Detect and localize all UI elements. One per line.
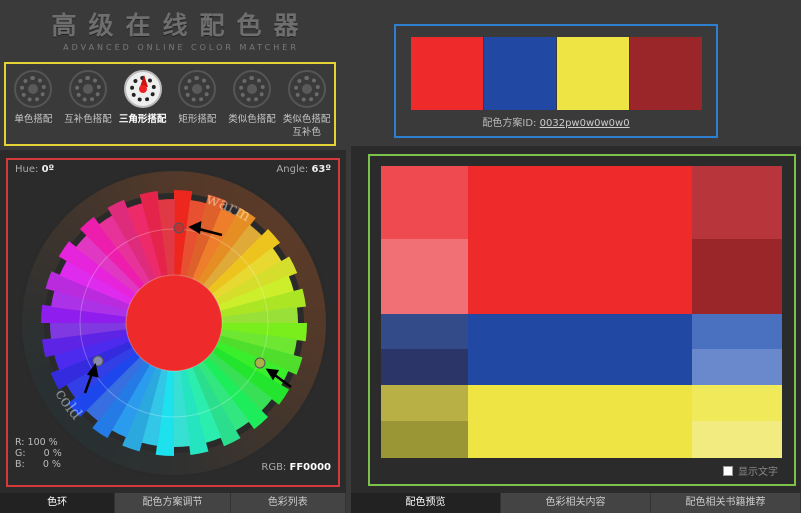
scheme-id: 配色方案ID: 0032pw0w0w0w0 (396, 114, 716, 129)
swatch-1[interactable] (411, 37, 483, 110)
temperature-ring-segment (22, 322, 45, 339)
tab-color-wheel[interactable]: 色环 (0, 493, 116, 513)
preview-cell[interactable] (381, 314, 468, 349)
preview-frame: 显示文字 (368, 154, 796, 486)
color-wheel-frame: warm cold Hue: 0º Angle: 63º R: 100 % G:… (6, 158, 340, 487)
scheme-id-label: 配色方案ID: (482, 118, 537, 129)
mode-complement[interactable]: 互补色搭配 (61, 64, 116, 144)
angle-readout: Angle: 63º (276, 164, 331, 175)
temperature-ring-segment (158, 171, 175, 194)
mode-label: 三角形搭配 (118, 114, 167, 125)
tab-related-content[interactable]: 色彩相关内容 (501, 493, 651, 513)
swatch-4[interactable] (630, 37, 702, 110)
angle-value: 63º (311, 164, 331, 175)
mode-label: 矩形搭配 (178, 114, 217, 125)
preview-cell[interactable] (381, 421, 468, 458)
preview-cell[interactable] (381, 239, 468, 314)
mode-analogous[interactable]: 类似色搭配 (225, 64, 280, 144)
preview-grid (381, 166, 782, 458)
picker-handle-secondary (92, 355, 104, 367)
temperature-ring-segment (173, 452, 190, 476)
mode-analogous-complement[interactable]: 类似色搭配互补色 (279, 64, 334, 144)
mode-label: 互补色搭配 (64, 114, 112, 125)
left-tab-bar: 色环 配色方案调节 色彩列表 (0, 493, 346, 513)
show-text-label: 显示文字 (738, 467, 778, 478)
preview-cell[interactable] (692, 421, 782, 458)
tab-scheme-adjust[interactable]: 配色方案调节 (115, 493, 231, 513)
scheme-mode-selector: 单色搭配 互补色搭配 三角形搭配 矩形搭配 类似色搭配 类似色搭配互补色 (4, 62, 336, 146)
color-wheel-panel: warm cold Hue: 0º Angle: 63º R: 100 % G:… (0, 150, 346, 493)
preview-cell[interactable] (692, 166, 782, 239)
tetrad-wheel-icon (178, 70, 217, 108)
color-preview-panel: 显示文字 (351, 146, 801, 493)
title-en: ADVANCED ONLINE COLOR MATCHER (63, 43, 299, 52)
analogous-complement-wheel-icon (287, 70, 326, 108)
rgb-percent-readout: R: 100 % G: 0 % B: 0 % (15, 437, 62, 470)
swatch-row (411, 37, 702, 110)
preview-cell[interactable] (692, 314, 782, 349)
mode-triad[interactable]: 三角形搭配 (115, 64, 170, 144)
hue-value: 0º (41, 164, 55, 175)
triad-wheel-icon (123, 70, 162, 108)
mode-mono[interactable]: 单色搭配 (6, 64, 61, 144)
color-wheel[interactable]: warm cold (15, 163, 333, 485)
mode-label: 类似色搭配互补色 (282, 114, 331, 138)
temperature-ring-segment (303, 307, 326, 324)
picker-handle-tertiary (254, 357, 266, 369)
tab-preview[interactable]: 配色预览 (351, 493, 501, 513)
hue-readout: Hue: 0º (15, 164, 55, 175)
complement-wheel-icon (69, 70, 107, 108)
mono-wheel-icon (14, 70, 53, 108)
preview-cell[interactable] (468, 385, 692, 458)
picker-handle-primary (173, 222, 185, 234)
mode-label: 单色搭配 (14, 114, 53, 125)
analogous-wheel-icon (233, 70, 272, 108)
show-text-toggle[interactable]: 显示文字 (723, 463, 778, 478)
scheme-swatch-panel: 配色方案ID: 0032pw0w0w0w0 (394, 24, 718, 138)
show-text-checkbox[interactable] (723, 465, 733, 476)
scheme-id-link[interactable]: 0032pw0w0w0w0 (540, 118, 630, 129)
rgb-hex-readout: RGB: FF0000 (261, 462, 331, 473)
preview-cell[interactable] (468, 314, 692, 385)
preview-cell[interactable] (381, 385, 468, 421)
preview-cell[interactable] (468, 166, 692, 314)
swatch-3[interactable] (557, 37, 629, 110)
preview-cell[interactable] (692, 385, 782, 421)
preview-cell[interactable] (692, 239, 782, 314)
wheel-center-swatch (125, 274, 223, 372)
swatch-2[interactable] (484, 37, 556, 110)
preview-cell[interactable] (381, 166, 468, 239)
app-title: 高级在线配色器 ADVANCED ONLINE COLOR MATCHER (36, 6, 326, 52)
title-cn: 高级在线配色器 (51, 11, 311, 40)
preview-cell[interactable] (692, 349, 782, 385)
tab-book-recommendations[interactable]: 配色相关书籍推荐 (651, 493, 801, 513)
preview-cell[interactable] (381, 349, 468, 385)
right-tab-bar: 配色预览 色彩相关内容 配色相关书籍推荐 (351, 493, 801, 513)
mode-label: 类似色搭配 (228, 114, 276, 125)
rgb-hex-value: FF0000 (289, 462, 332, 473)
mode-tetrad[interactable]: 矩形搭配 (170, 64, 225, 144)
tab-color-list[interactable]: 色彩列表 (230, 493, 346, 513)
